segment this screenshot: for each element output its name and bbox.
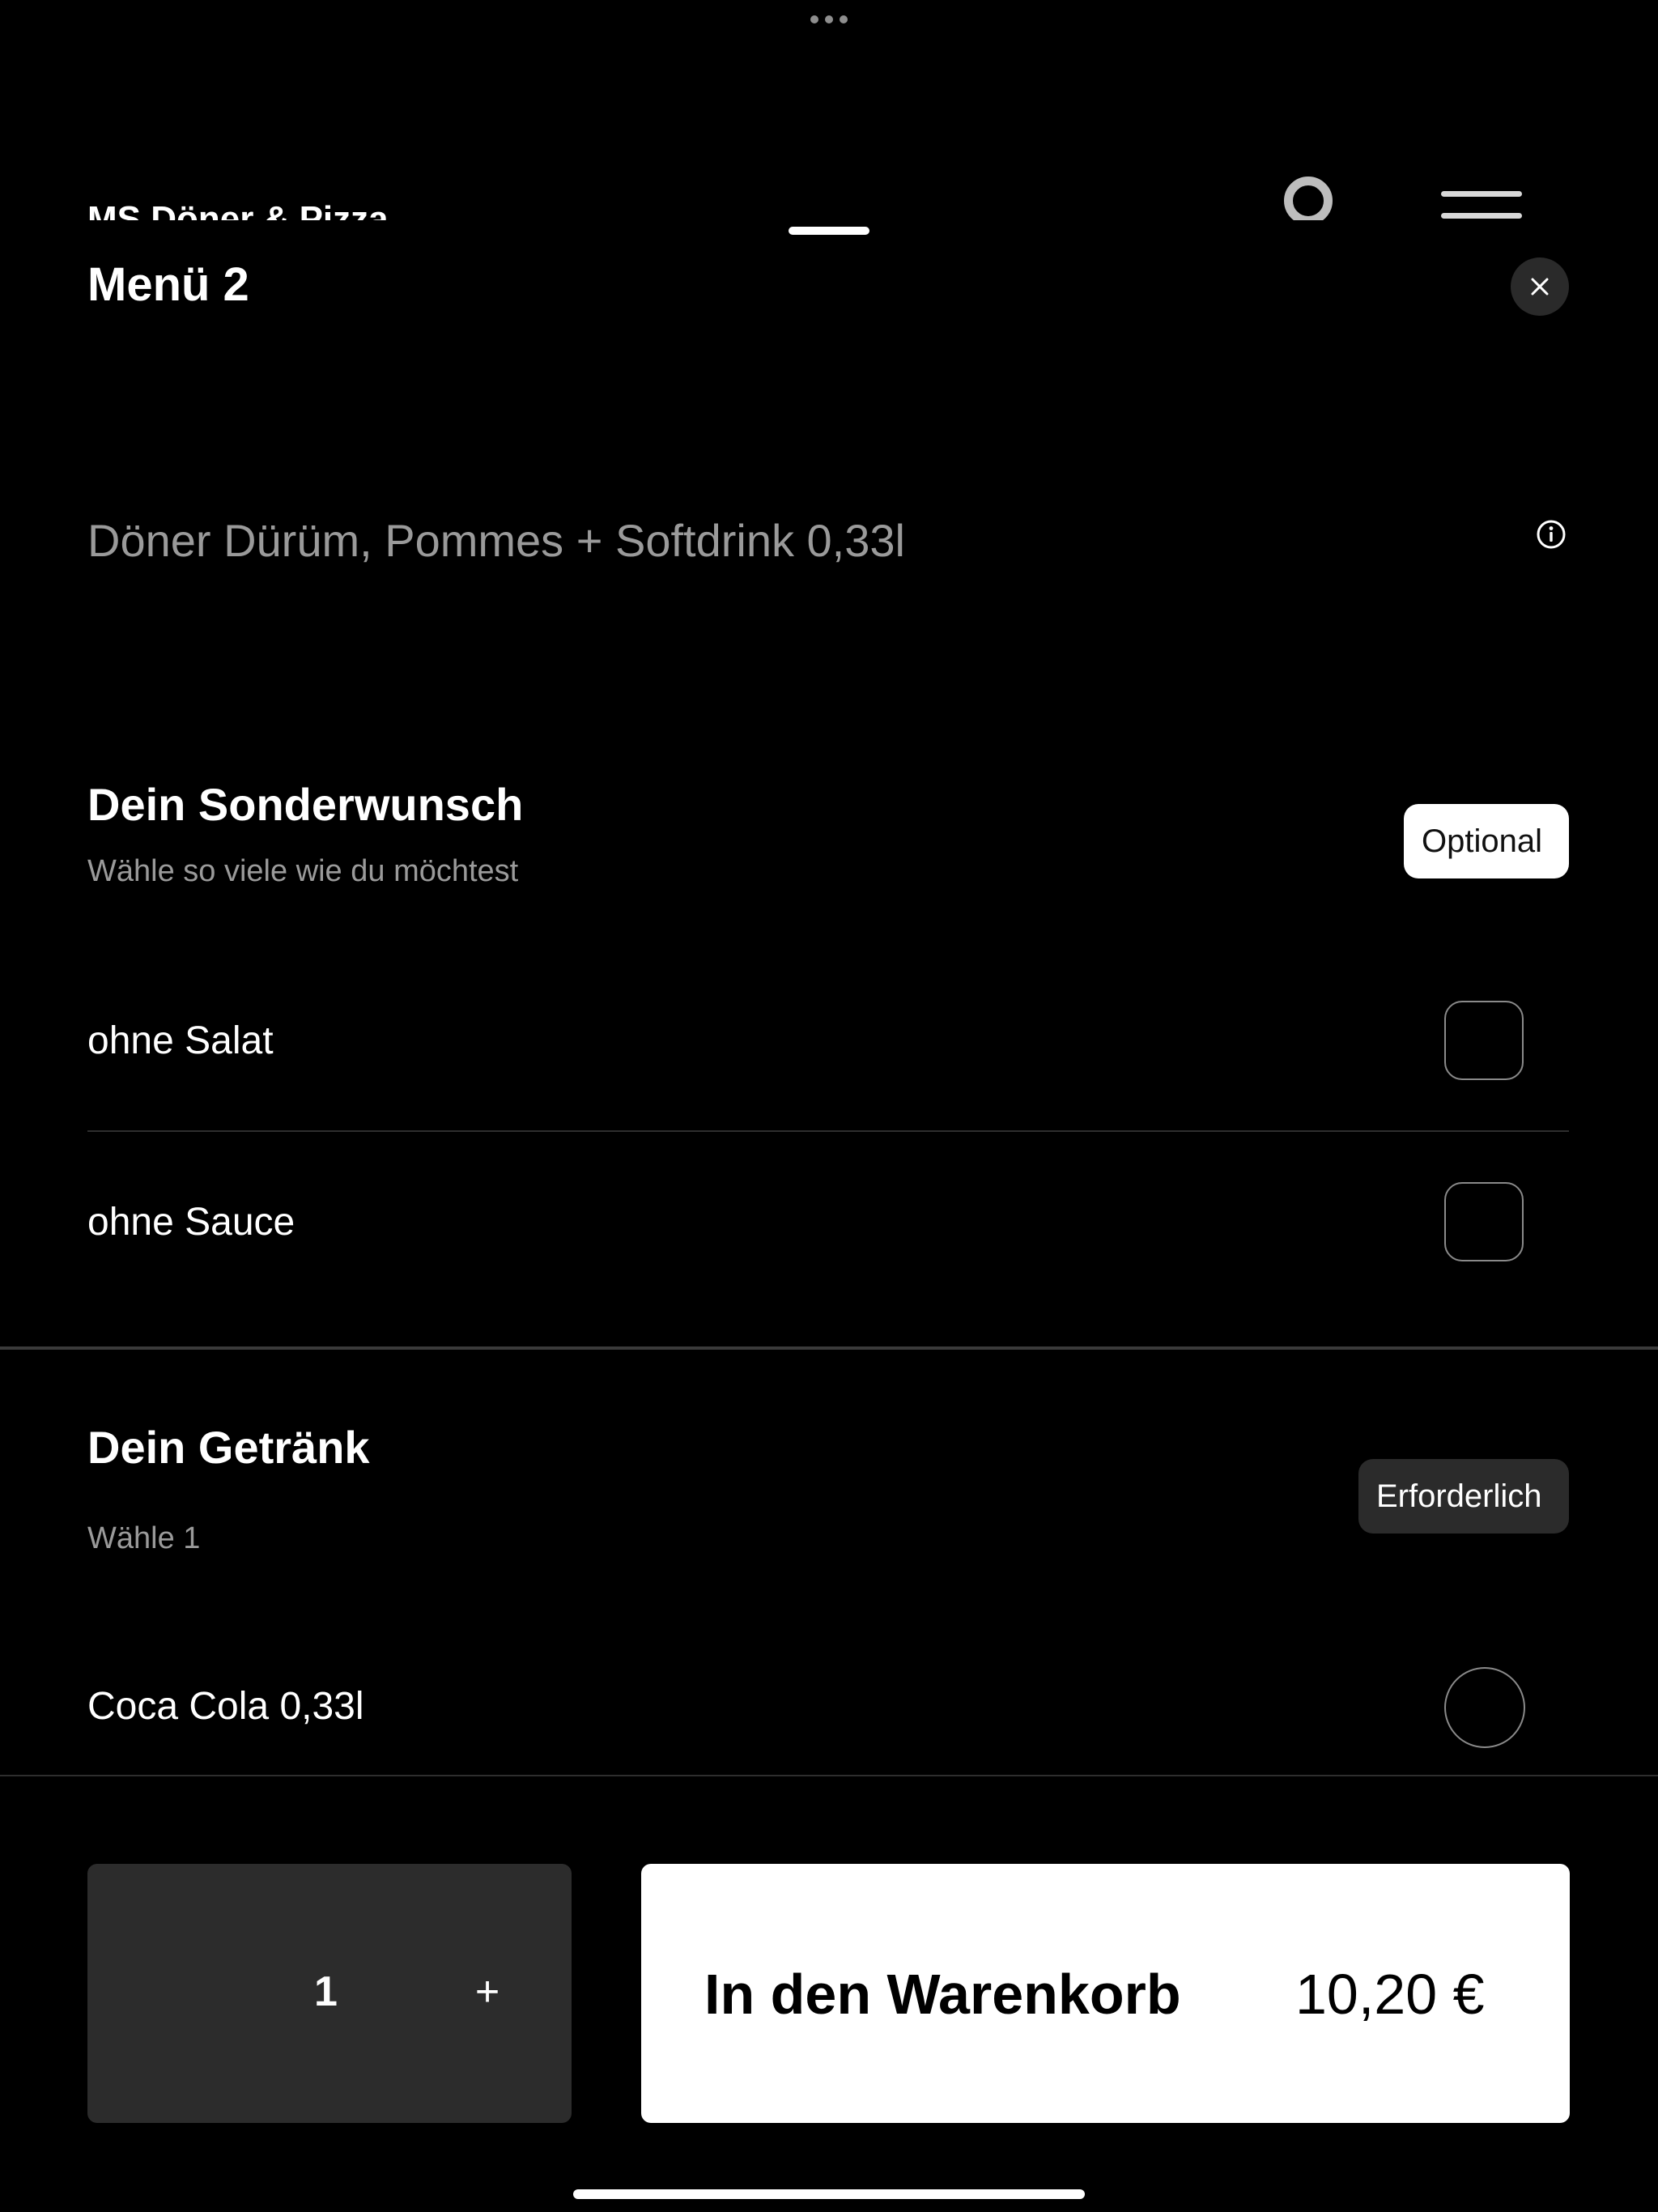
add-to-cart-label[interactable]: In den Warenkorb [704,1958,1181,2031]
option-label-no-salad[interactable]: ohne Salat [87,1015,274,1067]
section-divider [0,1346,1658,1350]
hamburger-menu-icon[interactable] [1441,191,1522,220]
bottom-bar-divider [0,1775,1658,1776]
optional-badge: Optional [1404,804,1569,878]
home-indicator[interactable] [573,2189,1085,2199]
close-icon [1531,278,1549,296]
close-button[interactable] [1511,257,1569,316]
background-header: MS Döner & Pizza [0,0,1658,220]
required-badge: Erforderlich [1358,1459,1569,1534]
checkbox-no-sauce[interactable] [1444,1182,1524,1261]
product-description: Döner Dürüm, Pommes + Softdrink 0,33l [87,515,905,566]
checkbox-no-salad[interactable] [1444,1001,1524,1080]
option-label-no-sauce[interactable]: ohne Sauce [87,1197,295,1249]
section-subtitle-special-request: Wähle so viele wie du möchtest [87,854,519,888]
section-title-drink: Dein Getränk [87,1422,370,1473]
info-icon[interactable] [1535,518,1567,551]
increase-quantity-button[interactable]: + [461,1959,513,2024]
section-title-special-request: Dein Sonderwunsch [87,779,524,830]
option-label-coca-cola[interactable]: Coca Cola 0,33l [87,1681,364,1733]
option-divider [87,1130,1569,1132]
section-subtitle-drink: Wähle 1 [87,1521,201,1555]
radio-coca-cola[interactable] [1444,1667,1525,1748]
restaurant-title: MS Döner & Pizza [87,199,389,220]
sheet-title: Menü 2 [87,258,249,311]
total-price[interactable]: 10,20 € [1295,1958,1485,2031]
quantity-value: 1 [314,1968,338,2015]
location-ring-icon[interactable] [1284,177,1333,220]
sheet-grabber[interactable] [789,227,869,235]
